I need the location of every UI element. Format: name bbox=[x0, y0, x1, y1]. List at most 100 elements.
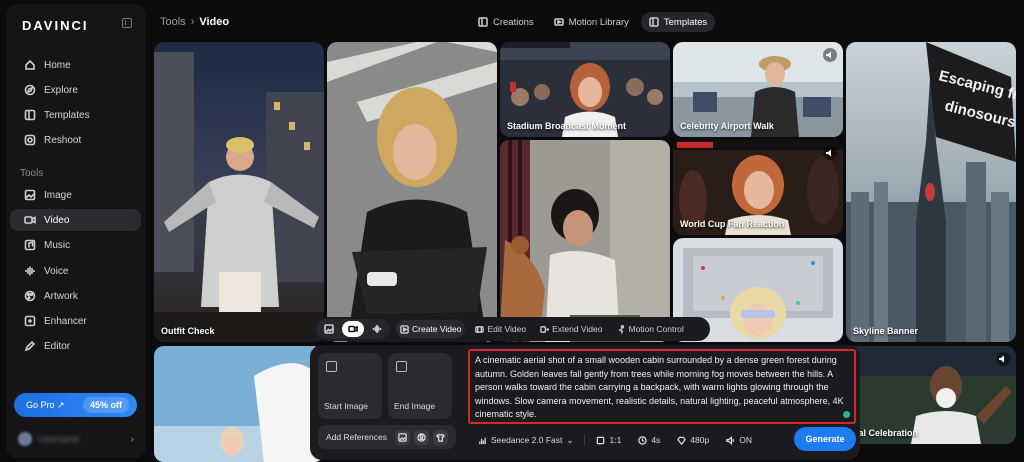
speaker-muted-icon bbox=[826, 51, 831, 59]
status-dot-icon bbox=[843, 411, 850, 418]
add-image-reference-button[interactable] bbox=[394, 429, 410, 445]
motion-library-icon bbox=[553, 18, 564, 26]
resolution-select[interactable]: 480p bbox=[671, 431, 715, 449]
frame-upload-icon bbox=[326, 361, 337, 372]
outfit-check-thumbnail bbox=[154, 42, 324, 342]
angel-thumbnail bbox=[154, 346, 324, 462]
generation-mode-bar: Create Video Edit Video Extend Video Mot… bbox=[312, 317, 710, 341]
mode-extend-video[interactable]: Extend Video bbox=[536, 320, 606, 338]
image-mode-button[interactable] bbox=[318, 321, 340, 337]
reshoot-icon bbox=[24, 134, 36, 146]
sidebar-item-voice[interactable]: Voice bbox=[10, 260, 141, 282]
aspect-ratio-select[interactable]: 1:1 bbox=[590, 431, 627, 449]
end-image-upload[interactable]: End Image bbox=[388, 353, 452, 419]
mode-label: Edit Video bbox=[487, 324, 527, 334]
speaker-muted-icon bbox=[826, 149, 831, 157]
app-root: DAVINCI Home Explore Templates Reshoot T… bbox=[0, 0, 1024, 462]
sidebar-item-label: Editor bbox=[44, 340, 71, 352]
sidebar-item-home[interactable]: Home bbox=[10, 54, 141, 76]
template-card-celebrity-airport[interactable]: Celebrity Airport Walk bbox=[673, 42, 843, 137]
mute-button[interactable] bbox=[996, 352, 1010, 366]
mute-button[interactable] bbox=[823, 48, 837, 62]
template-card-outfit-check[interactable]: Outfit Check bbox=[154, 42, 324, 342]
templates-icon bbox=[649, 17, 659, 27]
add-references-label: Add References bbox=[326, 432, 387, 442]
sidebar-item-artwork[interactable]: Artwork bbox=[10, 285, 141, 307]
templates-icon bbox=[24, 109, 36, 121]
add-outfit-reference-button[interactable] bbox=[432, 429, 448, 445]
add-character-reference-button[interactable] bbox=[413, 429, 429, 445]
sidebar-item-templates[interactable]: Templates bbox=[10, 104, 141, 126]
resolution-value: 480p bbox=[690, 435, 710, 445]
tab-templates[interactable]: Templates bbox=[640, 12, 716, 32]
prompt-textarea[interactable]: A cinematic aerial shot of a small woode… bbox=[468, 349, 856, 424]
template-card-dog-portrait[interactable] bbox=[500, 140, 670, 342]
chevron-right-icon: › bbox=[130, 433, 134, 445]
brand-logo[interactable]: DAVINCI bbox=[22, 18, 88, 33]
template-card-2[interactable] bbox=[327, 42, 497, 342]
audio-mode-button[interactable] bbox=[366, 321, 388, 337]
mode-create-video[interactable]: Create Video bbox=[396, 320, 466, 338]
sidebar-item-music[interactable]: Music bbox=[10, 234, 141, 256]
generate-button[interactable]: Generate bbox=[794, 427, 856, 451]
dog-portrait-thumbnail bbox=[500, 140, 670, 342]
music-icon bbox=[24, 239, 36, 251]
mode-label: Motion Control bbox=[628, 324, 684, 334]
breadcrumb-separator: › bbox=[190, 16, 195, 28]
mode-edit-video[interactable]: Edit Video bbox=[471, 320, 530, 338]
image-icon bbox=[398, 432, 407, 442]
sidebar-item-explore[interactable]: Explore bbox=[10, 79, 141, 101]
go-pro-button[interactable]: Go Pro ↗ 45% off bbox=[14, 393, 137, 417]
template-card-skyline-banner[interactable]: Escaping fro dinosours Skyline Banner bbox=[846, 42, 1016, 342]
mode-label: Extend Video bbox=[552, 324, 603, 334]
user-menu[interactable]: Username › bbox=[18, 431, 138, 447]
editor-icon bbox=[24, 340, 36, 352]
start-image-upload[interactable]: Start Image bbox=[318, 353, 382, 419]
card-label: oal Celebration bbox=[853, 428, 919, 438]
template-card-angel[interactable] bbox=[154, 346, 324, 462]
mode-motion-control[interactable]: Motion Control bbox=[613, 320, 688, 338]
sidebar-item-enhancer[interactable]: Enhancer bbox=[10, 310, 141, 332]
mute-button[interactable] bbox=[823, 146, 837, 160]
sidebar-item-video[interactable]: Video bbox=[10, 209, 141, 231]
card-label: Skyline Banner bbox=[853, 326, 919, 336]
extend-video-icon bbox=[540, 325, 550, 333]
sidebar-item-reshoot[interactable]: Reshoot bbox=[10, 129, 141, 151]
prompt-composer: Start Image End Image Add References A c… bbox=[310, 345, 860, 460]
clock-icon bbox=[638, 435, 648, 445]
collapse-sidebar-icon[interactable] bbox=[122, 18, 132, 28]
add-references-row: Add References bbox=[318, 425, 456, 449]
create-video-icon bbox=[400, 324, 409, 334]
card-label: Outfit Check bbox=[161, 326, 215, 336]
tab-motion-library[interactable]: Motion Library bbox=[546, 12, 637, 32]
audio-toggle[interactable]: ON bbox=[720, 431, 758, 449]
model-select[interactable]: Seedance 2.0 Fast ⌄ bbox=[472, 431, 579, 449]
breadcrumb-current: Video bbox=[199, 16, 230, 28]
sidebar-item-editor[interactable]: Editor bbox=[10, 335, 141, 357]
generation-settings: Seedance 2.0 Fast ⌄ 1:1 4s 480p ON bbox=[472, 431, 758, 449]
model-value: Seedance 2.0 Fast bbox=[491, 435, 563, 445]
card-label: World Cup Fan Reaction bbox=[680, 219, 785, 229]
sidebar-item-label: Home bbox=[44, 59, 71, 71]
sidebar-item-label: Video bbox=[44, 214, 70, 226]
tab-creations[interactable]: Creations bbox=[470, 12, 542, 32]
video-mode-button[interactable] bbox=[342, 321, 364, 337]
tab-label: Creations bbox=[493, 16, 534, 28]
template-card-stadium-broadcast[interactable]: Stadium Broadcast Moment bbox=[500, 42, 670, 137]
shirt-icon bbox=[435, 433, 445, 442]
tab-label: Templates bbox=[663, 16, 708, 28]
duration-value: 4s bbox=[651, 435, 661, 445]
explore-icon bbox=[24, 84, 36, 96]
duration-select[interactable]: 4s bbox=[632, 431, 666, 449]
breadcrumb: Tools › Video bbox=[160, 16, 229, 28]
breadcrumb-parent[interactable]: Tools bbox=[160, 16, 186, 28]
aspect-ratio-icon bbox=[597, 436, 605, 444]
template-card-world-cup-fan[interactable]: World Cup Fan Reaction bbox=[673, 140, 843, 235]
avatar bbox=[18, 432, 32, 446]
artwork-icon bbox=[24, 290, 36, 302]
sidebar-item-label: Explore bbox=[44, 84, 78, 96]
mode-label: Create Video bbox=[412, 324, 462, 334]
template-card-goal-celebration[interactable]: oal Celebration bbox=[846, 346, 1016, 444]
sidebar: DAVINCI Home Explore Templates Reshoot T… bbox=[6, 4, 146, 458]
sidebar-item-image[interactable]: Image bbox=[10, 184, 141, 206]
